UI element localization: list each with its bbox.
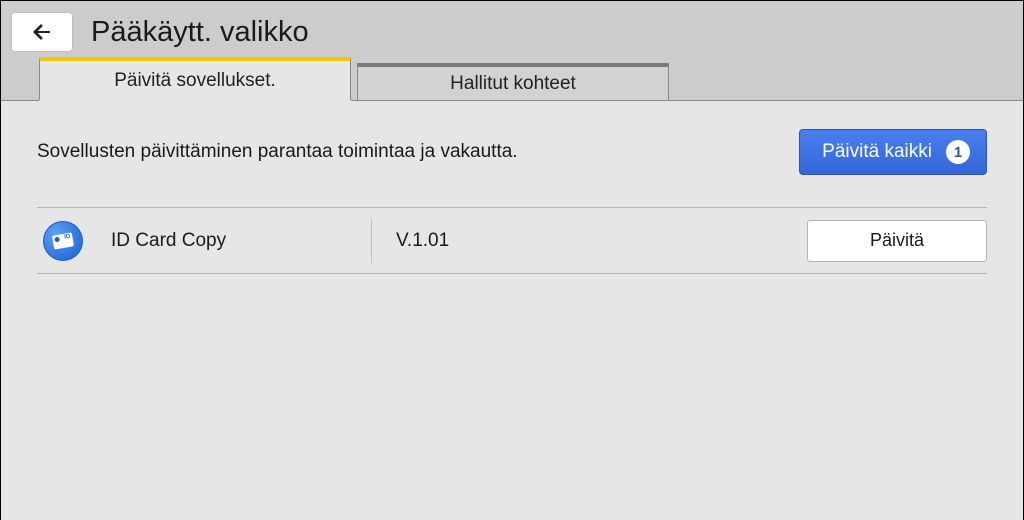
- app-action-cell: Päivitä: [787, 220, 987, 262]
- page-title: Pääkäytt. valikko: [91, 16, 309, 49]
- tab-seam: [39, 100, 351, 102]
- header-bar: Pääkäytt. valikko: [1, 1, 1023, 57]
- update-all-label: Päivitä kaikki: [822, 141, 932, 163]
- arrow-left-icon: [30, 20, 54, 44]
- content-panel: Sovellusten päivittäminen parantaa toimi…: [1, 100, 1023, 520]
- panel-inner: Sovellusten päivittäminen parantaa toimi…: [1, 101, 1023, 274]
- app-name: ID Card Copy: [111, 230, 371, 252]
- tab-label: Hallitut kohteet: [450, 73, 576, 95]
- id-card-icon: [43, 221, 83, 261]
- update-count-badge: 1: [946, 140, 970, 164]
- back-button[interactable]: [11, 12, 73, 52]
- app-version: V.1.01: [371, 219, 787, 263]
- app-icon-cell: [37, 221, 111, 261]
- panel-head-row: Sovellusten päivittäminen parantaa toimi…: [37, 129, 987, 175]
- tab-update-apps[interactable]: Päivitä sovellukset.: [39, 57, 351, 101]
- tab-label: Päivitä sovellukset.: [114, 70, 276, 92]
- panel-description: Sovellusten päivittäminen parantaa toimi…: [37, 141, 518, 163]
- tab-managed-items[interactable]: Hallitut kohteet: [357, 63, 669, 101]
- app-list: ID Card Copy V.1.01 Päivitä: [37, 207, 987, 274]
- update-button[interactable]: Päivitä: [807, 220, 987, 262]
- tab-strip: Päivitä sovellukset. Hallitut kohteet: [1, 57, 1023, 101]
- app-row: ID Card Copy V.1.01 Päivitä: [37, 208, 987, 274]
- update-all-button[interactable]: Päivitä kaikki 1: [799, 129, 987, 175]
